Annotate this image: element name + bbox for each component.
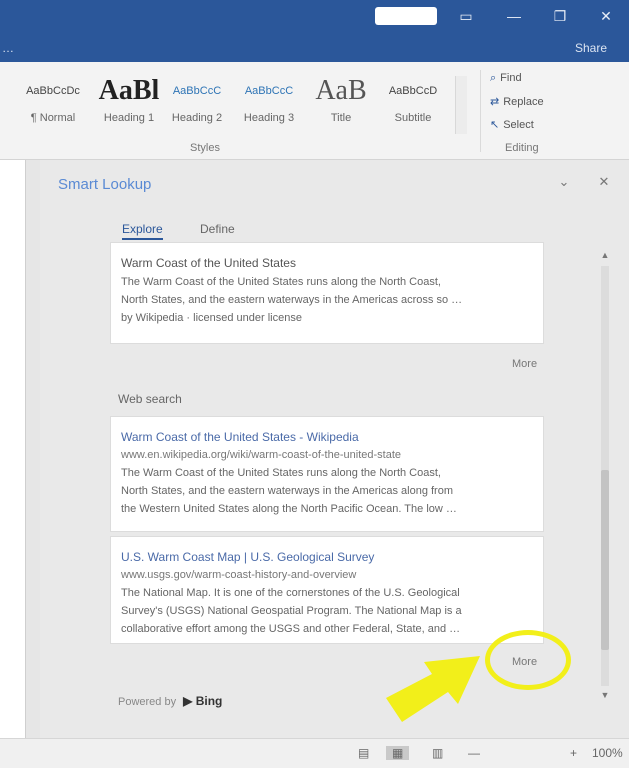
style-sample: AaB — [315, 75, 367, 106]
result-url: www.en.wikipedia.org/wiki/warm-coast-of-… — [121, 449, 401, 461]
find-button[interactable]: ⌕ Find — [490, 72, 522, 85]
scroll-up-icon[interactable]: ▲ — [598, 250, 612, 260]
style-title[interactable]: AaB Title — [310, 76, 372, 134]
result-snippet: The National Map. It is one of the corne… — [121, 587, 460, 599]
web-search-heading: Web search — [118, 392, 182, 406]
result-title-link[interactable]: Warm Coast of the United States - Wikipe… — [121, 427, 533, 447]
tell-me-text[interactable]: … — [2, 41, 14, 55]
style-normal[interactable]: AaBbCcDc ¶ Normal — [22, 76, 84, 134]
tell-me-bar: … Share — [0, 34, 629, 62]
restore-button[interactable]: ❐ — [549, 6, 571, 26]
result-snippet: Survey's (USGS) National Geospatial Prog… — [121, 605, 462, 617]
definition-line: The Warm Coast of the United States runs… — [121, 276, 441, 288]
style-heading-2[interactable]: AaBbCcC Heading 2 — [166, 76, 228, 134]
search-result: U.S. Warm Coast Map | U.S. Geological Su… — [110, 536, 544, 644]
replace-button[interactable]: ⇄ Replace — [490, 95, 544, 108]
style-sample: AaBbCcC — [244, 85, 294, 97]
powered-by: Powered by ▶ Bing — [118, 694, 222, 708]
print-layout-icon[interactable]: ▦ — [386, 746, 410, 760]
zoom-out-icon[interactable]: — — [468, 746, 480, 760]
status-bar: ▤ ▦ ▥ — + 100% — [0, 738, 629, 768]
definition-line: by Wikipedia · licensed under license — [121, 312, 302, 324]
pointer-arrow-icon — [386, 656, 480, 722]
definition-card: Warm Coast of the United States The Warm… — [110, 242, 544, 344]
style-subtitle[interactable]: AaBbCcD Subtitle — [382, 76, 444, 134]
tab-explore[interactable]: Explore — [122, 222, 163, 240]
style-name: Title — [330, 112, 352, 124]
result-snippet: The Warm Coast of the United States runs… — [121, 467, 441, 479]
pane-close-icon[interactable]: ✕ — [596, 174, 612, 190]
ribbon: AaBbCcDc ¶ Normal AaBl Heading 1 AaBbCcC… — [0, 62, 629, 160]
style-sample: AaBbCcD — [388, 85, 438, 97]
styles-group-label: Styles — [190, 142, 220, 154]
pane-options-icon[interactable]: ⌄ — [556, 174, 572, 190]
style-name: Heading 2 — [171, 112, 223, 124]
select-label: Select — [503, 119, 534, 131]
definition-title: Warm Coast of the United States — [121, 256, 296, 270]
ribbon-display-icon[interactable]: ▭ — [455, 6, 477, 26]
document-page-edge[interactable] — [0, 160, 26, 738]
result-snippet: North States, and the eastern waterways … — [121, 485, 453, 497]
search-result: Warm Coast of the United States - Wikipe… — [110, 416, 544, 532]
scroll-down-icon[interactable]: ▼ — [598, 690, 612, 700]
zoom-in-icon[interactable]: + — [570, 746, 577, 760]
replace-icon: ⇄ — [490, 96, 500, 108]
powered-by-label: Powered by — [118, 696, 177, 708]
style-name: Heading 1 — [103, 112, 155, 124]
styles-gallery-scroll[interactable] — [455, 76, 467, 134]
share-button[interactable]: Share — [575, 41, 607, 55]
pane-scrollbar[interactable]: ▲ ▼ — [598, 244, 612, 710]
select-icon: ↖ — [490, 119, 500, 131]
more-link-definition[interactable]: More — [512, 358, 537, 370]
style-sample: AaBl — [98, 75, 160, 106]
style-heading-3[interactable]: AaBbCcC Heading 3 — [238, 76, 300, 134]
result-url: www.usgs.gov/warm-coast-history-and-over… — [121, 569, 357, 581]
tab-define[interactable]: Define — [200, 222, 235, 236]
close-button[interactable]: ✕ — [595, 6, 617, 26]
style-name: Heading 3 — [243, 112, 295, 124]
replace-label: Replace — [503, 96, 544, 108]
search-icon: ⌕ — [490, 72, 497, 84]
definition-line: North States, and the eastern waterways … — [121, 294, 463, 306]
minimize-button[interactable]: — — [503, 6, 525, 26]
style-sample: AaBbCcC — [172, 85, 222, 97]
style-sample: AaBbCcDc — [26, 85, 80, 97]
highlight-circle — [485, 630, 571, 690]
style-name: ¶ Normal — [30, 112, 76, 124]
ribbon-divider — [480, 70, 481, 152]
result-title-link[interactable]: U.S. Warm Coast Map | U.S. Geological Su… — [121, 547, 533, 567]
title-bar: ▭ — ❐ ✕ — [0, 0, 629, 34]
result-snippet: the Western United States along the Nort… — [121, 503, 457, 515]
zoom-level[interactable]: 100% — [592, 746, 623, 760]
find-label: Find — [500, 72, 522, 84]
style-heading-1[interactable]: AaBl Heading 1 — [98, 76, 160, 134]
select-button[interactable]: ↖ Select — [490, 118, 534, 131]
result-snippet: collaborative effort among the USGS and … — [121, 623, 461, 635]
style-name: Subtitle — [394, 112, 432, 124]
scroll-thumb[interactable] — [601, 470, 609, 650]
ribbon-display-options-box[interactable] — [375, 7, 437, 25]
web-layout-icon[interactable]: ▥ — [432, 746, 443, 760]
pane-title: Smart Lookup — [58, 176, 152, 193]
bing-logo[interactable]: ▶ Bing — [183, 694, 222, 708]
editing-group-label: Editing — [505, 142, 539, 154]
read-mode-icon[interactable]: ▤ — [358, 746, 369, 760]
